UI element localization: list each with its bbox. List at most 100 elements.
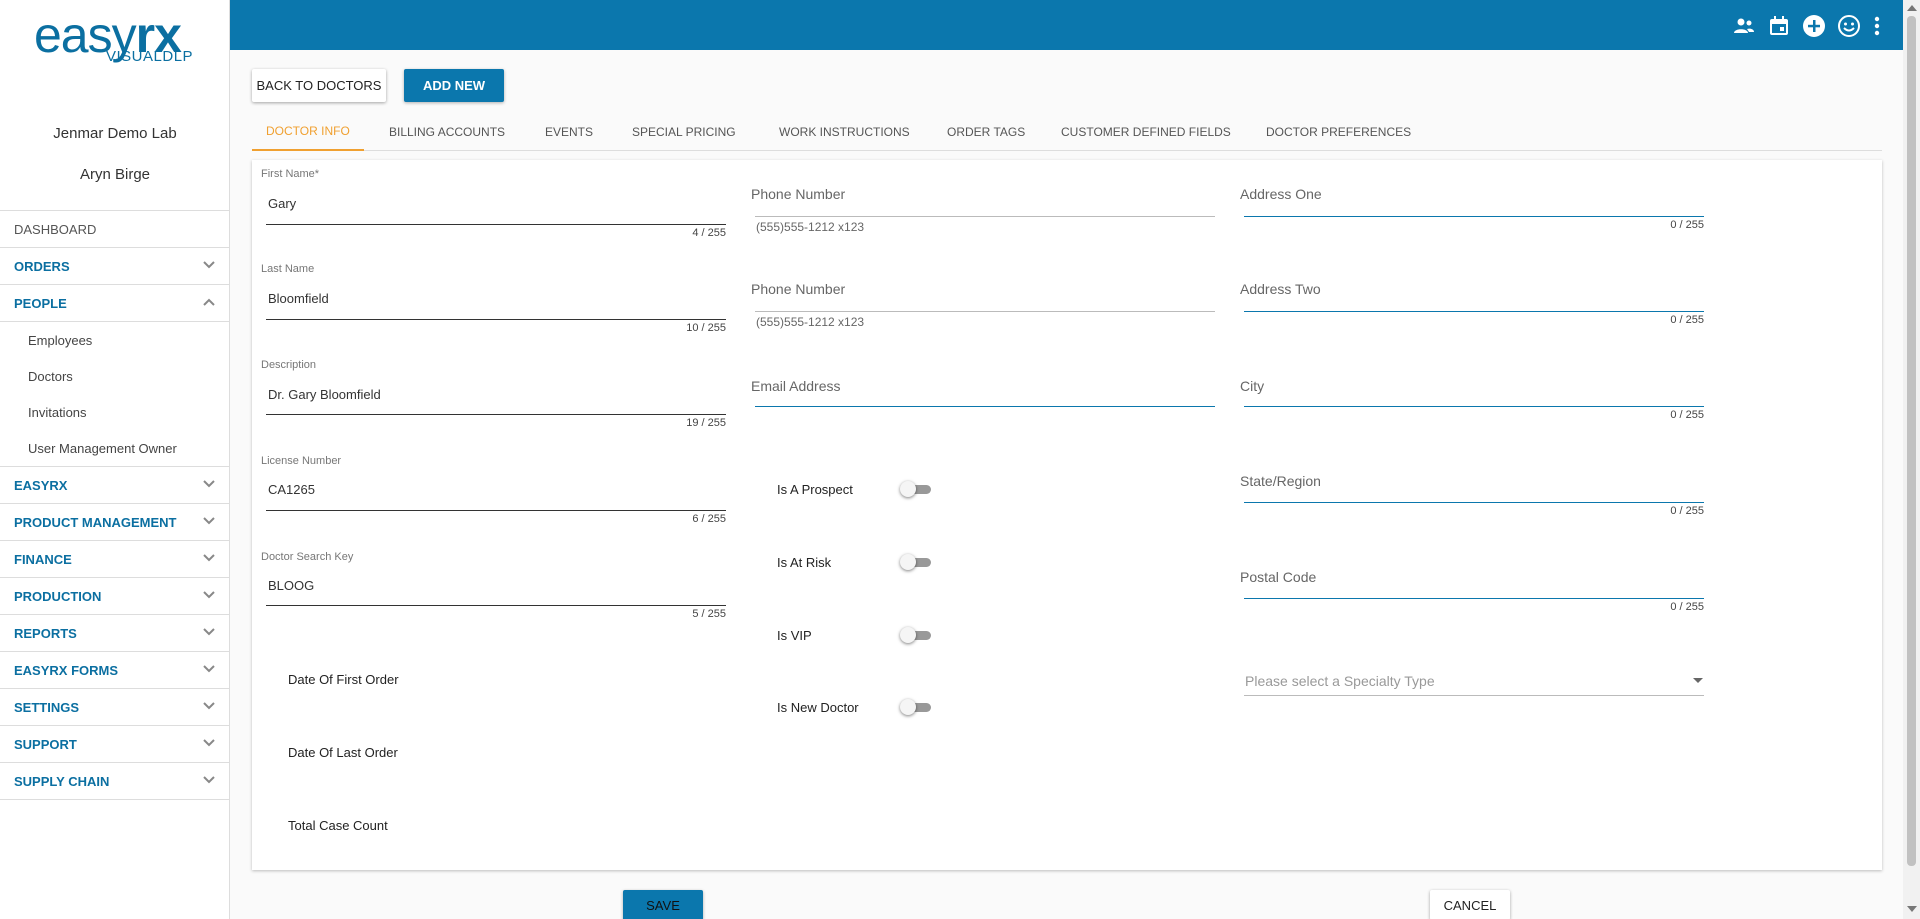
doctor-search-key-underline	[266, 605, 726, 606]
chevron-down-icon	[203, 665, 215, 673]
city-field[interactable]: City 0 / 255	[1239, 378, 1709, 430]
email-address-underline	[755, 406, 1215, 407]
sidebar-subitem-doctors[interactable]: Doctors	[0, 358, 230, 394]
back-to-doctors-button[interactable]: BACK TO DOCTORS	[252, 69, 386, 102]
sidebar-item-easyrx[interactable]: EASYRX	[0, 467, 230, 504]
sidebar-item-people[interactable]: PEOPLE	[0, 285, 230, 322]
is-new-doctor-toggle[interactable]	[900, 698, 931, 716]
postal-code-field[interactable]: Postal Code 0 / 255	[1239, 569, 1709, 621]
doctor-search-key-counter: 5 / 255	[692, 608, 726, 620]
description-field[interactable]: Description Dr. Gary Bloomfield 19 / 255	[261, 359, 731, 431]
chevron-down-icon	[203, 628, 215, 636]
chevron-up-icon	[203, 298, 215, 306]
chevron-down-icon	[203, 739, 215, 747]
tab-doctor-info[interactable]: DOCTOR INFO	[252, 113, 364, 151]
phone-number-label: Phone Number	[751, 186, 846, 202]
top-icons	[1731, 13, 1883, 38]
sidebar-nav: DASHBOARD ORDERS PEOPLE Employees Doctor…	[0, 210, 230, 800]
is-at-risk-label: Is At Risk	[777, 555, 832, 570]
sidebar-item-orders[interactable]: ORDERS	[0, 248, 230, 285]
tab-billing-accounts[interactable]: BILLING ACCOUNTS	[375, 113, 519, 151]
sidebar-item-finance[interactable]: FINANCE	[0, 541, 230, 578]
sidebar-item-label: ORDERS	[14, 258, 70, 274]
calendar-icon[interactable]	[1766, 13, 1791, 38]
phone-number-2-label: Phone Number	[751, 281, 846, 297]
is-at-risk-toggle[interactable]	[900, 553, 931, 571]
address-two-counter: 0 / 255	[1670, 314, 1704, 326]
tab-customer-defined-fields[interactable]: CUSTOMER DEFINED FIELDS	[1047, 113, 1245, 151]
address-one-underline	[1244, 216, 1704, 217]
sidebar: easyrx VISUALDLP Jenmar Demo Lab Aryn Bi…	[0, 0, 230, 919]
doctor-tabs: DOCTOR INFO BILLING ACCOUNTS EVENTS SPEC…	[252, 113, 1882, 151]
phone-number-2-underline	[755, 311, 1215, 312]
save-button[interactable]: SAVE	[623, 890, 703, 919]
sidebar-item-easyrx-forms[interactable]: EASYRX FORMS	[0, 652, 230, 689]
scroll-down-arrow-icon[interactable]	[1907, 906, 1917, 912]
user-name: Aryn Birge	[79, 166, 151, 183]
first-name-underline	[266, 224, 726, 225]
tab-order-tags[interactable]: ORDER TAGS	[933, 113, 1039, 151]
scroll-thumb[interactable]	[1907, 16, 1916, 866]
last-name-field[interactable]: Last Name Bloomfield 10 / 255	[261, 263, 731, 335]
sidebar-subitem-invitations[interactable]: Invitations	[0, 394, 230, 430]
total-case-count-label: Total Case Count	[288, 818, 388, 833]
sidebar-subitem-employees[interactable]: Employees	[0, 322, 230, 358]
phone-number-placeholder: (555)555-1212 x123	[756, 220, 865, 234]
sidebar-item-label: FINANCE	[14, 551, 72, 567]
sidebar-item-settings[interactable]: SETTINGS	[0, 689, 230, 726]
tab-events[interactable]: EVENTS	[531, 113, 607, 151]
sidebar-item-dashboard[interactable]: DASHBOARD	[0, 211, 230, 248]
smiley-icon[interactable]	[1836, 13, 1861, 38]
address-one-field[interactable]: Address One 0 / 255	[1239, 186, 1709, 238]
page-scrollbar[interactable]	[1903, 0, 1920, 919]
sidebar-item-label: PRODUCTION	[14, 588, 102, 604]
specialty-type-placeholder: Please select a Specialty Type	[1245, 673, 1435, 689]
specialty-type-select[interactable]: Please select a Specialty Type	[1244, 665, 1709, 697]
address-two-field[interactable]: Address Two 0 / 255	[1239, 281, 1709, 333]
email-address-field[interactable]: Email Address	[750, 378, 1220, 418]
easyrx-logo[interactable]: easyrx VISUALDLP	[34, 8, 204, 68]
postal-code-underline	[1244, 598, 1704, 599]
postal-code-label: Postal Code	[1240, 569, 1317, 585]
chevron-down-icon	[203, 776, 215, 784]
sidebar-item-support[interactable]: SUPPORT	[0, 726, 230, 763]
is-vip-toggle[interactable]	[900, 626, 931, 644]
sidebar-subitem-user-management-owner[interactable]: User Management Owner	[0, 430, 230, 466]
state-region-underline	[1244, 502, 1704, 503]
sidebar-item-reports[interactable]: REPORTS	[0, 615, 230, 652]
is-a-prospect-label: Is A Prospect	[777, 482, 853, 497]
phone-number-underline	[755, 216, 1215, 217]
more-vert-icon[interactable]	[1871, 13, 1883, 38]
doctor-search-key-field[interactable]: Doctor Search Key BLOOG 5 / 255	[261, 551, 731, 623]
date-of-last-order-label: Date Of Last Order	[288, 745, 398, 760]
is-a-prospect-toggle[interactable]	[900, 480, 931, 498]
description-counter: 19 / 255	[686, 417, 726, 429]
doctor-info-card: First Name* Gary 4 / 255 Last Name Bloom…	[252, 160, 1882, 870]
sidebar-item-label: REPORTS	[14, 625, 77, 641]
specialty-type-underline	[1244, 695, 1704, 696]
add-circle-icon[interactable]	[1801, 13, 1826, 38]
sidebar-item-supply-chain[interactable]: SUPPLY CHAIN	[0, 763, 230, 800]
description-value: Dr. Gary Bloomfield	[268, 387, 381, 402]
phone-number-field[interactable]: Phone Number (555)555-1212 x123	[750, 186, 1220, 236]
first-name-counter: 4 / 255	[692, 227, 726, 239]
tab-doctor-preferences[interactable]: DOCTOR PREFERENCES	[1252, 113, 1425, 151]
doctor-search-key-value: BLOOG	[268, 578, 315, 593]
sidebar-item-product-management[interactable]: PRODUCT MANAGEMENT	[0, 504, 230, 541]
people-icon[interactable]	[1731, 13, 1756, 38]
tab-special-pricing[interactable]: SPECIAL PRICING	[618, 113, 750, 151]
first-name-field[interactable]: First Name* Gary 4 / 255	[261, 168, 731, 240]
tab-work-instructions[interactable]: WORK INSTRUCTIONS	[765, 113, 924, 151]
license-number-label: License Number	[261, 455, 342, 467]
sidebar-item-label: EASYRX	[14, 477, 68, 493]
sidebar-item-label: EASYRX FORMS	[14, 662, 119, 678]
license-number-counter: 6 / 255	[692, 513, 726, 525]
sidebar-item-production[interactable]: PRODUCTION	[0, 578, 230, 615]
phone-number-2-field[interactable]: Phone Number (555)555-1212 x123	[750, 281, 1220, 331]
description-label: Description	[261, 359, 317, 371]
scroll-up-arrow-icon[interactable]	[1907, 5, 1917, 11]
add-new-button[interactable]: ADD NEW	[404, 69, 504, 102]
cancel-button[interactable]: CANCEL	[1430, 890, 1510, 919]
state-region-field[interactable]: State/Region 0 / 255	[1239, 473, 1709, 525]
license-number-field[interactable]: License Number CA1265 6 / 255	[261, 455, 731, 527]
